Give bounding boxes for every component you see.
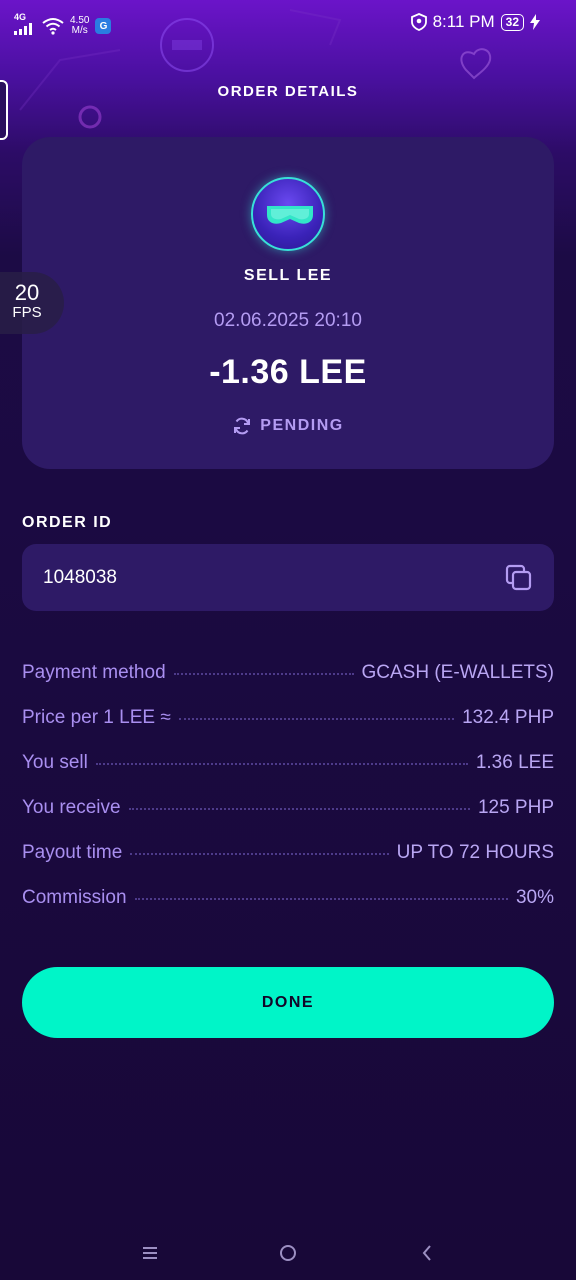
status-bar: 4G 4.50 M/s G 8:11 PM 32 xyxy=(0,0,576,50)
detail-row-you-sell: You sell 1.36 LEE xyxy=(22,752,554,797)
fps-value: 20 xyxy=(14,280,40,305)
detail-label: You receive xyxy=(22,797,121,818)
detail-value: 125 PHP xyxy=(477,797,554,818)
order-datetime: 02.06.2025 20:10 xyxy=(214,310,362,331)
menu-icon[interactable] xyxy=(142,1240,158,1266)
detail-label: Commission xyxy=(22,887,127,908)
detail-label: Price per 1 LEE ≈ xyxy=(22,707,171,728)
detail-value: 132.4 PHP xyxy=(462,707,554,728)
detail-row-commission: Commission 30% xyxy=(22,887,554,932)
back-chevron-icon[interactable] xyxy=(420,1240,434,1266)
dotted-leader xyxy=(134,898,508,900)
detail-row-price: Price per 1 LEE ≈ 132.4 PHP xyxy=(22,707,554,752)
detail-row-payment-method: Payment method GCASH (E-WALLETS) xyxy=(22,662,554,707)
order-details-list: Payment method GCASH (E-WALLETS) Price p… xyxy=(22,662,554,932)
clock: 8:11 PM xyxy=(432,12,495,31)
speed-unit: M/s xyxy=(71,25,88,36)
dotted-leader xyxy=(173,673,354,675)
detail-label: Payment method xyxy=(22,662,166,683)
order-type-title: SELL LEE xyxy=(243,267,333,284)
status-right: 8:11 PM 32 xyxy=(410,12,540,32)
app-notification-icon: G xyxy=(95,18,112,34)
system-navigation-bar xyxy=(0,1226,576,1280)
fps-label: FPS xyxy=(12,304,42,321)
location-shield-icon xyxy=(410,13,427,31)
app-screen: 4G 4.50 M/s G 8:11 PM 32 ORDER DETAILS S… xyxy=(0,0,576,1280)
detail-value: 30% xyxy=(515,887,554,908)
detail-value: GCASH (E-WALLETS) xyxy=(361,662,555,683)
order-summary-card: SELL LEE 02.06.2025 20:10 -1.36 LEE PEND… xyxy=(22,137,554,469)
detail-value: UP TO 72 HOURS xyxy=(396,842,554,863)
status-badge: PENDING xyxy=(22,416,554,436)
home-circle-icon[interactable] xyxy=(278,1240,298,1266)
battery-indicator: 32 xyxy=(500,13,524,31)
sunglasses-avatar-icon xyxy=(251,177,325,251)
status-left: 4G 4.50 M/s G xyxy=(14,12,112,40)
order-id-label: ORDER ID xyxy=(22,514,113,531)
signal-icon: 4G xyxy=(14,12,36,40)
charging-icon xyxy=(530,14,540,30)
refresh-icon xyxy=(234,417,251,435)
copy-icon[interactable] xyxy=(504,563,534,593)
dotted-leader xyxy=(95,763,468,765)
order-id-field: 1048038 xyxy=(22,544,554,611)
done-button[interactable]: DONE xyxy=(22,967,554,1038)
network-speed: 4.50 M/s xyxy=(70,16,89,36)
order-amount: -1.36 LEE xyxy=(209,353,367,391)
detail-label: Payout time xyxy=(22,842,123,863)
detail-label: You sell xyxy=(22,752,88,773)
wifi-icon xyxy=(42,18,64,35)
page-title: ORDER DETAILS xyxy=(217,83,359,100)
dotted-leader xyxy=(178,718,455,720)
detail-value: 1.36 LEE xyxy=(475,752,554,773)
fps-overlay: 20 FPS xyxy=(0,272,64,334)
order-id-value: 1048038 xyxy=(43,567,117,588)
status-text: PENDING xyxy=(260,417,344,434)
network-type: 4G xyxy=(14,12,27,22)
detail-row-you-receive: You receive 125 PHP xyxy=(22,797,554,842)
dotted-leader xyxy=(130,853,389,855)
dotted-leader xyxy=(128,808,470,810)
detail-row-payout-time: Payout time UP TO 72 HOURS xyxy=(22,842,554,887)
